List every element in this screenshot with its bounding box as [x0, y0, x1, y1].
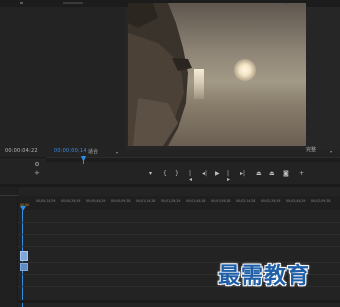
ruler-tick-label: 00;00;59;28 — [111, 199, 131, 203]
ruler-tick-label: 00;02;14;28 — [236, 199, 256, 203]
add-marker-icon[interactable]: ▾ — [149, 171, 152, 177]
sun-glow — [234, 59, 256, 81]
ruler-tick-label: 00;00;14;29 — [36, 199, 56, 203]
step-back-icon[interactable]: ◂| — [202, 171, 207, 177]
program-video-frame — [128, 3, 306, 146]
ruler-tick-label: 00;00;44;29 — [86, 199, 106, 203]
mark-in-icon[interactable]: { — [163, 171, 167, 177]
program-timecode[interactable]: 00;00;00;14 — [54, 148, 87, 154]
ruler-tick-label: 00;01;29;29 — [161, 199, 181, 203]
extract-icon[interactable]: ⏏ — [269, 171, 275, 177]
play-icon[interactable]: ▶ — [215, 171, 220, 177]
mark-out-icon[interactable]: } — [175, 171, 179, 177]
button-editor-icon[interactable]: + — [299, 171, 304, 177]
ruler-tick-label: 00;00;29;29 — [61, 199, 81, 203]
sun-reflection — [194, 69, 204, 99]
fit-dropdown-chevron-icon[interactable]: ▾ — [116, 150, 118, 155]
resolution-dropdown[interactable]: 完整 — [306, 146, 316, 153]
go-to-in-icon[interactable]: |◂ — [189, 171, 192, 183]
program-playhead-line — [83, 161, 84, 164]
step-forward-icon[interactable]: |▸ — [227, 171, 230, 183]
watermark-logo: 最需教育 — [218, 263, 311, 289]
source-tab[interactable] — [20, 2, 23, 4]
source-add-button-icon[interactable]: + — [34, 170, 40, 177]
export-frame-icon[interactable]: ◙ — [283, 171, 289, 177]
track-headers — [0, 187, 18, 307]
timeline-tab[interactable] — [0, 195, 18, 196]
lift-icon[interactable]: ⏏ — [256, 171, 262, 177]
source-monitor — [0, 7, 125, 150]
ruler-tick-label: 00;02;44;29 — [286, 199, 306, 203]
audio-clip[interactable] — [20, 263, 28, 271]
ruler-tick-label: 00;01;59;28 — [211, 199, 231, 203]
ruler-tick-label: 00;01;44;28 — [186, 199, 206, 203]
source-timecode[interactable]: 00:00:04:22 — [5, 148, 38, 154]
source-marker-icon[interactable] — [35, 162, 39, 166]
timeline-horizontal-scrollbar[interactable] — [18, 300, 340, 303]
ruler-tick-label: 00;02;59;28 — [311, 199, 331, 203]
ruler-tick-label: 00;02;29;29 — [261, 199, 281, 203]
track-divider — [18, 246, 340, 247]
program-ruler[interactable] — [46, 157, 340, 162]
track-divider — [18, 222, 340, 223]
go-to-out-icon[interactable]: ▸| — [240, 171, 245, 177]
video-clip[interactable] — [20, 251, 28, 261]
fit-dropdown[interactable]: 适合 — [88, 148, 98, 155]
track-divider — [18, 234, 340, 235]
program-tab-label — [284, 3, 289, 5]
ruler-tick-label: 00;01;14;28 — [136, 199, 156, 203]
program-tab[interactable] — [63, 2, 83, 4]
resolution-dropdown-chevron-icon[interactable]: ▾ — [330, 149, 332, 154]
